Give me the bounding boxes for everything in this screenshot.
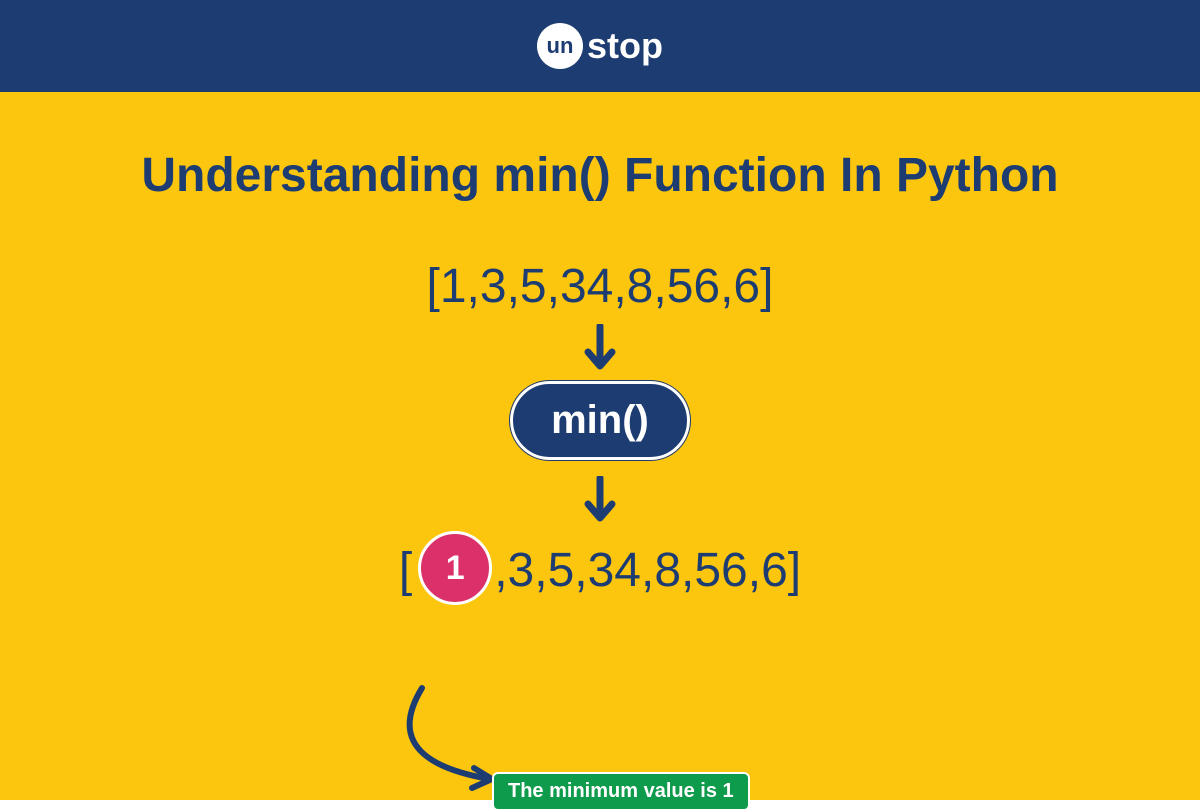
caption-text: The minimum value is 1 bbox=[508, 780, 734, 802]
header-bar: un stop bbox=[0, 0, 1200, 92]
logo-circle-text: un bbox=[547, 33, 574, 59]
caption-box: The minimum value is 1 bbox=[492, 772, 750, 811]
logo-suffix-text: stop bbox=[587, 25, 663, 67]
curved-arrow-icon bbox=[380, 684, 510, 799]
page-title: Understanding min() Function In Python bbox=[141, 148, 1058, 203]
logo-circle: un bbox=[537, 23, 583, 69]
arrow-down-icon bbox=[582, 324, 618, 375]
result-block: [ 1 ,3,5,34,8,56,6] bbox=[399, 466, 801, 607]
result-array: [ 1 ,3,5,34,8,56,6] bbox=[399, 533, 801, 607]
arrow-down-icon bbox=[582, 476, 618, 527]
content-area: Understanding min() Function In Python [… bbox=[0, 92, 1200, 800]
brand-logo: un stop bbox=[537, 23, 663, 69]
input-array-text: [1,3,5,34,8,56,6] bbox=[427, 259, 774, 314]
highlighted-value: 1 bbox=[446, 549, 465, 588]
bracket-open: [ bbox=[399, 543, 412, 598]
highlight-circle: 1 bbox=[418, 531, 492, 605]
result-rest: ,3,5,34,8,56,6] bbox=[494, 543, 801, 598]
function-pill: min() bbox=[510, 381, 690, 460]
function-label: min() bbox=[551, 398, 649, 442]
